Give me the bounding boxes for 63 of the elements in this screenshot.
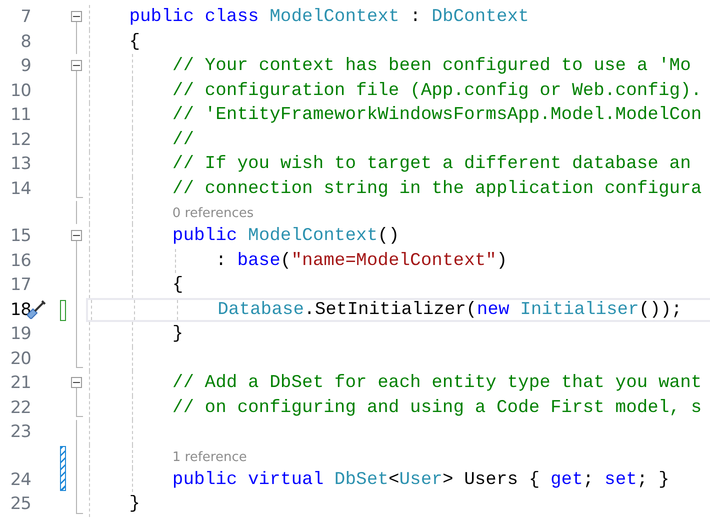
line-number: 12	[9, 128, 31, 152]
line-number: 19	[9, 323, 31, 346]
code-text: ; }	[636, 470, 670, 490]
line-number: 20	[9, 348, 31, 370]
keyword: public virtual	[172, 470, 325, 490]
line-number: 24	[9, 468, 31, 492]
collapse-icon[interactable]	[71, 230, 82, 241]
line-number: 21	[9, 372, 31, 395]
type-name: DbContext	[432, 7, 529, 27]
code-text: }	[129, 494, 140, 514]
code-text: .SetInitializer(	[304, 300, 477, 320]
code-text: )	[496, 250, 508, 270]
code-text: ());	[638, 300, 682, 320]
collapse-icon[interactable]	[71, 60, 82, 71]
line-number: 15	[9, 225, 31, 248]
code-comment: // 'EntityFrameworkWindowsFormsApp.Model.ModelCon	[172, 105, 702, 125]
line-number: 18	[9, 298, 31, 322]
code-comment: // connection string in the application configura	[172, 178, 702, 198]
line-number: 25	[9, 493, 31, 516]
code-comment: // Add a DbSet for each entity type that you want	[172, 373, 702, 393]
line-number: 8	[20, 30, 31, 54]
type-name: DbSet	[334, 470, 388, 490]
line-number: 13	[9, 153, 31, 176]
line-number: 14	[9, 178, 31, 200]
code-comment: // If you wish to target a different database an	[172, 154, 691, 174]
string-literal: "name=ModelContext"	[291, 250, 496, 270]
code-comment: // Your context has been configured to use a 'Mo	[172, 56, 691, 76]
line-number: 9	[20, 55, 31, 78]
line-number: 10	[9, 80, 31, 102]
type-name: Database	[218, 300, 304, 320]
line-number: 23	[9, 421, 31, 444]
keyword: public	[172, 226, 238, 246]
code-text: :	[409, 7, 422, 27]
line-number: 7	[20, 6, 31, 29]
keyword: new	[476, 300, 510, 320]
line-number: 16	[9, 250, 31, 272]
collapse-icon[interactable]	[71, 377, 82, 388]
code-text: }	[172, 324, 184, 344]
code-comment: // configuration file (App.config or Web.config).	[172, 80, 702, 100]
keyword: base	[237, 250, 280, 270]
type-name: ModelContext	[248, 226, 378, 246]
code-comment: //	[172, 130, 194, 150]
code-text: <	[388, 470, 400, 490]
keyword: get	[550, 470, 583, 490]
keyword: set	[604, 470, 637, 490]
code-text: (	[280, 250, 292, 270]
code-text: > Users {	[442, 470, 541, 490]
code-text: {	[172, 275, 184, 295]
type-name: User	[399, 470, 442, 490]
code-text: ;	[582, 470, 595, 490]
line-number: 22	[9, 396, 31, 420]
line-number: 17	[9, 274, 31, 297]
keyword: public class	[129, 7, 260, 27]
code-text: :	[216, 250, 228, 270]
collapse-icon[interactable]	[71, 11, 82, 22]
reference-count-link[interactable]: 1 reference	[172, 450, 247, 464]
code-text: ()	[378, 226, 400, 246]
line-number: 11	[9, 104, 31, 127]
reference-count-link[interactable]: 0 references	[172, 206, 254, 221]
type-name: ModelContext	[270, 7, 400, 27]
type-name: Initialiser	[520, 300, 639, 320]
code-comment: // on configuring and using a Code First model, s	[172, 398, 702, 418]
code-text: {	[129, 32, 140, 52]
